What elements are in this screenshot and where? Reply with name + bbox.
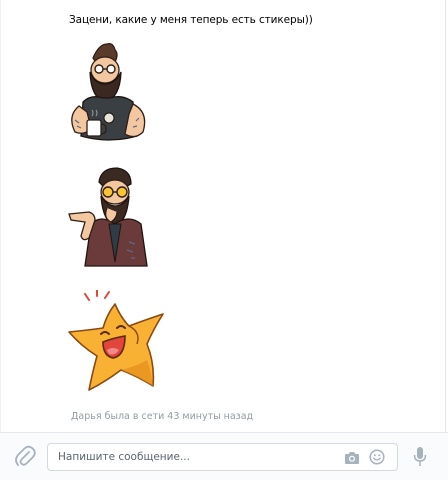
message-composer (0, 432, 448, 480)
message-input[interactable] (48, 444, 348, 470)
paperclip-icon[interactable] (14, 445, 36, 469)
sticker-laughing-star[interactable] (67, 290, 171, 394)
sticker-bearded-man-glasses[interactable] (67, 162, 163, 274)
camera-icon[interactable] (344, 450, 360, 464)
chat-history: Зацени, какие у меня теперь есть стикеры… (0, 0, 446, 432)
online-status: Дарья была в сети 43 минуты назад (71, 411, 254, 422)
sticker-bearded-hipster[interactable] (63, 40, 159, 146)
message-input-box[interactable] (47, 443, 398, 471)
message-text: Зацени, какие у меня теперь есть стикеры… (69, 14, 313, 26)
smile-icon[interactable] (369, 449, 385, 465)
microphone-icon[interactable] (413, 446, 427, 468)
